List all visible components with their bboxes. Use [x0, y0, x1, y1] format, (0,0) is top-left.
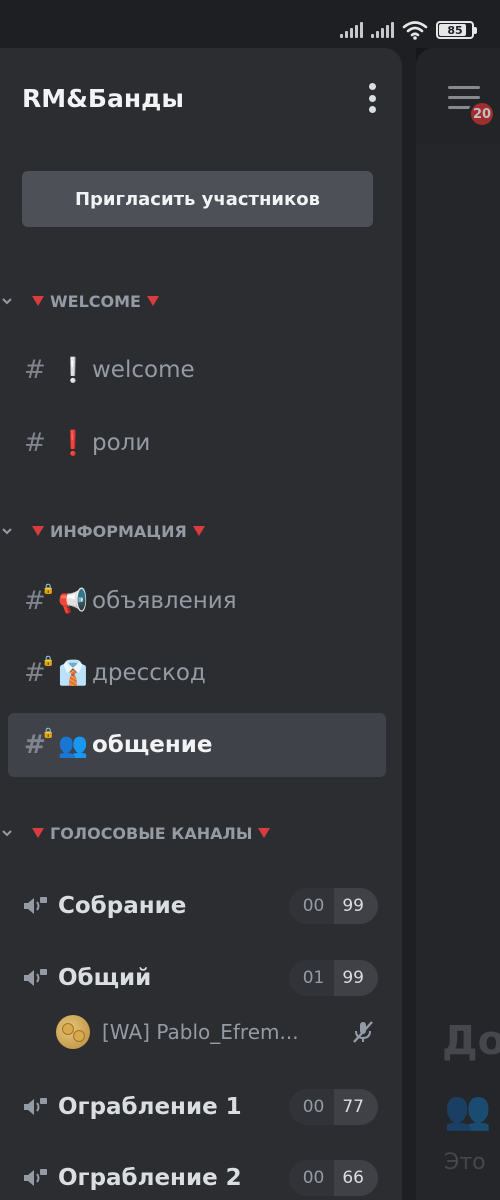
hashtag-icon: # [24, 355, 46, 385]
red-triangle-icon [258, 828, 271, 838]
battery-level: 85 [447, 23, 463, 37]
voice-channel-general[interactable]: Общий 01 99 [8, 953, 378, 1003]
max-users: 99 [334, 960, 378, 996]
chat-header: 20 [416, 48, 500, 144]
more-options-icon[interactable] [362, 81, 382, 115]
category-welcome[interactable]: WELCOME [0, 286, 390, 316]
signal-icon [340, 22, 363, 38]
red-triangle-icon [146, 296, 159, 306]
server-header[interactable]: RM&Банды [22, 78, 382, 118]
channel-label: дресскод [92, 660, 206, 686]
channel-label: welcome [92, 357, 195, 383]
voice-channel-label: Ограбление 1 [58, 1094, 242, 1120]
channel-announcements[interactable]: # 🔒 📢 объявления [8, 569, 386, 633]
channel-label: объявления [92, 588, 237, 614]
category-label: WELCOME [50, 291, 141, 311]
invite-members-button[interactable]: Пригласить участников [22, 171, 373, 227]
channel-roles[interactable]: # ❗ роли [8, 411, 386, 475]
status-bar: 85 [0, 0, 500, 48]
red-triangle-icon [32, 828, 44, 838]
channel-label: общение [92, 732, 213, 758]
voice-user[interactable]: [WA] Pablo_Efrem... [56, 1010, 376, 1054]
channel-dresscode[interactable]: # 🔒 👔 дресскод [8, 641, 386, 705]
voice-channel-label: Ограбление 2 [58, 1165, 242, 1191]
voice-user-name: [WA] Pablo_Efrem... [102, 1020, 299, 1044]
wifi-icon [402, 21, 428, 40]
chevron-down-icon [2, 830, 12, 837]
chevron-down-icon [2, 298, 12, 305]
category-label: ГОЛОСОВЫЕ КАНАЛЫ [50, 823, 253, 843]
category-info[interactable]: ИНФОРМАЦИЯ [0, 516, 390, 546]
red-exclamation-icon: ❗ [58, 429, 88, 457]
white-exclamation-icon: ❕ [58, 356, 88, 384]
voice-channel-label: Общий [58, 965, 152, 991]
speaker-lock-icon [24, 1098, 47, 1115]
category-voice[interactable]: ГОЛОСОВЫЕ КАНАЛЫ [0, 818, 390, 848]
chat-welcome-text: Это [444, 1150, 486, 1175]
people-icon: 👥 [444, 1088, 492, 1132]
channel-sidebar: RM&Банды Пригласить участников WELCOME #… [0, 48, 402, 1200]
current-users: 00 [288, 888, 335, 924]
avatar [56, 1015, 90, 1049]
channel-label: роли [92, 430, 151, 456]
channel-welcome[interactable]: # ❕ welcome [8, 338, 386, 402]
user-limit-counter: 00 66 [288, 1160, 378, 1196]
speaker-lock-icon [24, 1169, 47, 1186]
megaphone-icon: 📢 [58, 587, 88, 615]
voice-channel-robbery-2[interactable]: Ограбление 2 00 66 [8, 1153, 378, 1200]
shirt-tie-icon: 👔 [58, 659, 88, 687]
red-triangle-icon [192, 526, 205, 536]
red-triangle-icon [32, 296, 44, 306]
max-users: 66 [334, 1160, 378, 1196]
current-users: 01 [288, 960, 335, 996]
red-triangle-icon [32, 526, 44, 536]
voice-channel-meeting[interactable]: Собрание 00 99 [8, 881, 378, 931]
user-limit-counter: 00 99 [288, 888, 378, 924]
max-users: 77 [334, 1089, 378, 1125]
hashtag-icon: # [24, 428, 46, 458]
user-limit-counter: 00 77 [288, 1089, 378, 1125]
max-users: 99 [334, 888, 378, 924]
battery-icon: 85 [436, 21, 477, 39]
signal-icon [371, 22, 394, 38]
speaker-lock-icon [24, 969, 47, 986]
locked-hashtag-icon: # 🔒 [24, 728, 55, 760]
notification-badge: 20 [468, 100, 496, 128]
current-users: 00 [288, 1089, 335, 1125]
channel-chat[interactable]: # 🔒 👥 общение [8, 713, 386, 777]
mic-muted-icon [353, 1021, 373, 1043]
locked-hashtag-icon: # 🔒 [24, 656, 55, 688]
chat-welcome-title: До [442, 1018, 500, 1064]
speaker-lock-icon [24, 897, 47, 914]
server-name: RM&Банды [22, 83, 184, 113]
people-icon: 👥 [58, 731, 88, 759]
locked-hashtag-icon: # 🔒 [24, 584, 55, 616]
category-label: ИНФОРМАЦИЯ [50, 521, 187, 541]
status-icons: 85 [340, 20, 477, 40]
voice-channel-label: Собрание [58, 893, 187, 919]
voice-channel-robbery-1[interactable]: Ограбление 1 00 77 [8, 1082, 378, 1132]
chevron-down-icon [2, 528, 12, 535]
current-users: 00 [288, 1160, 335, 1196]
user-limit-counter: 01 99 [288, 960, 378, 996]
